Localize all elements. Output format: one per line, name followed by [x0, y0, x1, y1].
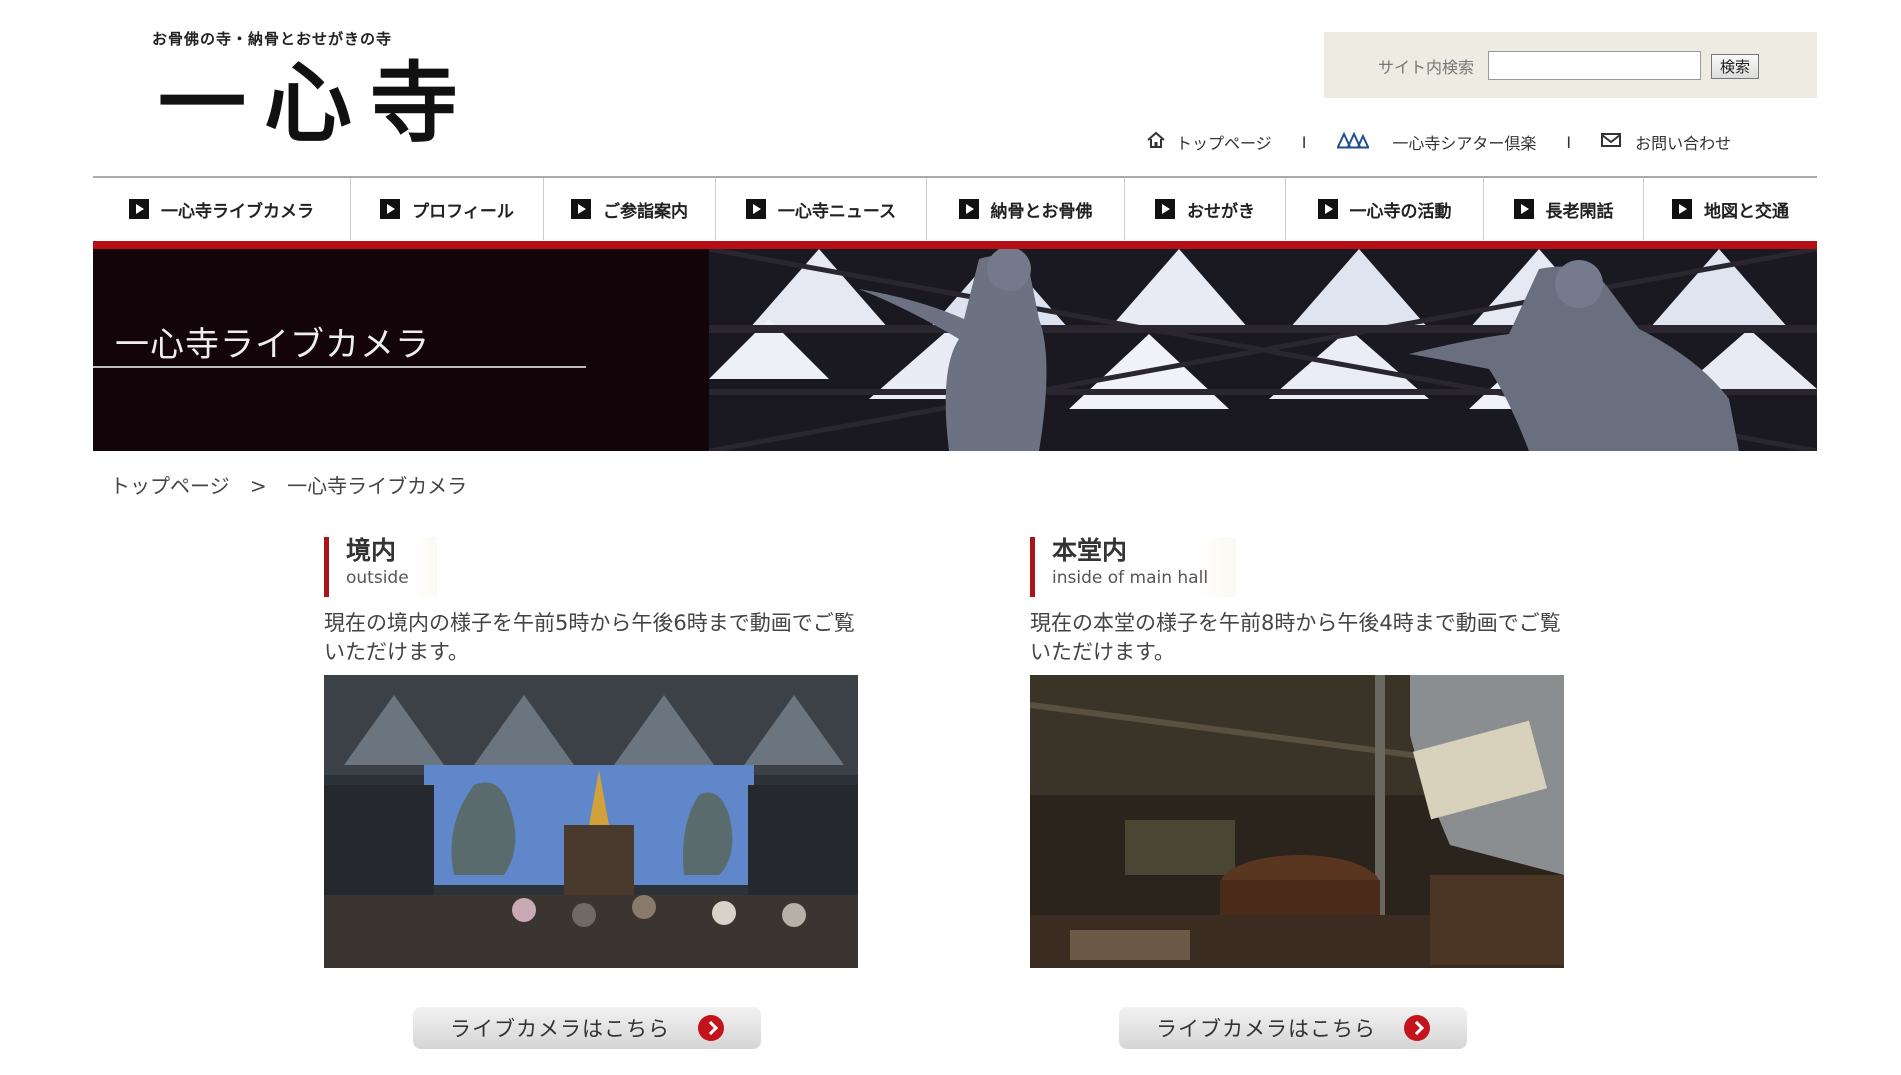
global-nav: 一心寺ライブカメラ プロフィール ご参詣案内 一心寺ニュース 納骨とお骨佛 おせ… [93, 176, 1817, 241]
breadcrumb-home[interactable]: トップページ [110, 474, 230, 498]
nav-accent-bar [93, 241, 1817, 249]
nav-item-nokotsu[interactable]: 納骨とお骨佛 [927, 178, 1125, 240]
play-icon [1672, 199, 1692, 219]
breadcrumb-separator: > [249, 474, 267, 498]
nav-item-news[interactable]: 一心寺ニュース [716, 178, 927, 240]
hero-banner: 一心寺ライブカメラ [93, 249, 1817, 451]
card-heading: 境内 outside [324, 536, 437, 597]
util-link-top[interactable]: トップページ [1146, 130, 1272, 154]
util-separator: I [1566, 132, 1572, 152]
nav-item-access[interactable]: 地図と交通 [1644, 178, 1817, 240]
nav-item-label: おせがき [1187, 201, 1255, 222]
card-subtitle: inside of main hall [1052, 568, 1209, 588]
nav-item-label: プロフィール [412, 201, 514, 222]
hero-title: 一心寺ライブカメラ [115, 325, 430, 365]
theater-icon [1336, 131, 1370, 153]
nav-item-label: 地図と交通 [1704, 201, 1789, 222]
button-label: ライブカメラはこちら [1156, 1017, 1376, 1041]
util-separator: I [1301, 132, 1307, 152]
camera-card-main-hall: 本堂内 inside of main hall 現在の本堂の様子を午前8時から午… [1030, 536, 1564, 1057]
card-heading: 本堂内 inside of main hall [1030, 536, 1237, 597]
util-link-theater[interactable]: 一心寺シアター倶楽 [1336, 130, 1536, 154]
nav-item-label: 長老閑話 [1545, 201, 1614, 222]
util-link-label: トップページ [1176, 134, 1272, 153]
hero-statue-image [709, 249, 1817, 451]
home-icon [1146, 131, 1166, 153]
main-hall-camera-preview[interactable] [1030, 675, 1564, 968]
nav-item-label: ご参詣案内 [603, 201, 688, 222]
card-description: 現在の本堂の様子を午前8時から午後4時まで動画でご覧いただけます。 [1030, 611, 1561, 664]
breadcrumb: トップページ > 一心寺ライブカメラ [110, 470, 481, 499]
nav-item-elder-talk[interactable]: 長老閑話 [1484, 178, 1644, 240]
breadcrumb-current: 一心寺ライブカメラ [287, 474, 468, 498]
camera-card-outside: 境内 outside 現在の境内の様子を午前5時から午後6時まで動画でご覧いただ… [324, 536, 858, 1057]
hero-underline [93, 366, 586, 368]
play-icon [958, 199, 979, 219]
site-logo[interactable]: 一心寺 [158, 48, 476, 158]
nav-item-label: 一心寺の活動 [1349, 201, 1452, 222]
nav-item-visit-guide[interactable]: ご参詣案内 [544, 178, 716, 240]
arrow-right-icon [1404, 1015, 1430, 1041]
card-title: 本堂内 [1052, 536, 1128, 565]
play-icon [745, 199, 766, 219]
nav-item-osegaki[interactable]: おせがき [1125, 178, 1286, 240]
nav-item-label: 一心寺ライブカメラ [161, 201, 314, 222]
live-camera-button[interactable]: ライブカメラはこちら [1119, 1007, 1467, 1049]
play-icon [571, 199, 591, 219]
util-link-label: 一心寺シアター倶楽 [1392, 134, 1537, 153]
play-icon [129, 199, 149, 219]
card-title: 境内 [346, 536, 397, 565]
nav-item-label: 一心寺ニュース [777, 201, 897, 222]
grounds-camera-preview[interactable] [324, 675, 858, 968]
nav-item-profile[interactable]: プロフィール [351, 178, 544, 240]
util-link-contact[interactable]: お問い合わせ [1601, 130, 1731, 154]
search-button[interactable]: 検索 [1711, 54, 1759, 79]
play-icon [380, 199, 401, 219]
card-subtitle: outside [346, 568, 409, 588]
utility-links: トップページ I 一心寺シアター倶楽 I お問い合わせ [1146, 130, 1731, 154]
util-link-label: お問い合わせ [1635, 134, 1732, 153]
nav-item-activities[interactable]: 一心寺の活動 [1286, 178, 1484, 240]
play-icon [1317, 199, 1338, 219]
arrow-right-icon [698, 1015, 724, 1041]
play-icon [1513, 199, 1534, 219]
site-tagline: お骨佛の寺・納骨とおせがきの寺 [152, 30, 393, 48]
search-label: サイト内検索 [1378, 58, 1475, 77]
nav-item-live-camera[interactable]: 一心寺ライブカメラ [93, 178, 351, 240]
play-icon [1155, 199, 1175, 219]
button-label: ライブカメラはこちら [450, 1017, 670, 1041]
mail-icon [1601, 132, 1622, 152]
nav-item-label: 納骨とお骨佛 [990, 201, 1093, 222]
search-input[interactable] [1488, 51, 1701, 80]
card-description: 現在の境内の様子を午前5時から午後6時まで動画でご覧いただけます。 [324, 611, 855, 664]
live-camera-button[interactable]: ライブカメラはこちら [413, 1007, 761, 1049]
